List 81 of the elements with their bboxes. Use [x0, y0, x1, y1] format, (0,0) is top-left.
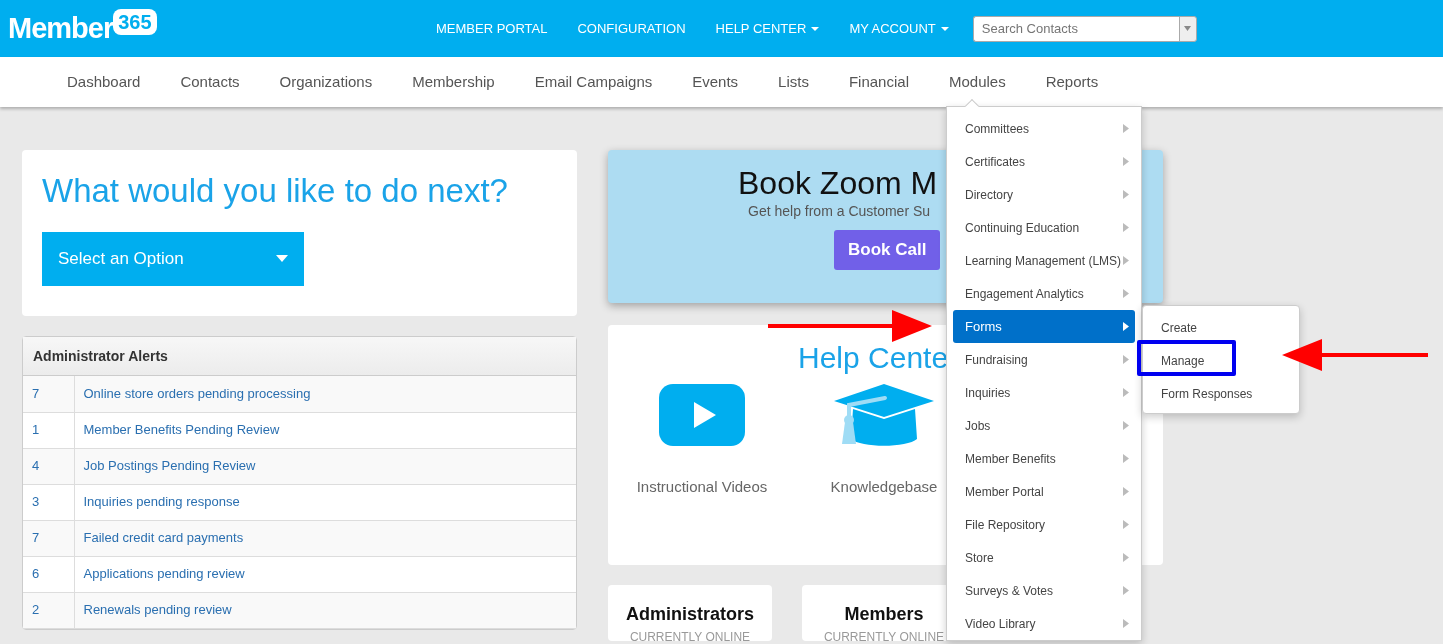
nav-tab[interactable]: Lists: [778, 70, 809, 94]
alert-link[interactable]: Applications pending review: [74, 556, 576, 592]
search-field[interactable]: Search Contacts: [972, 15, 1179, 42]
nav-tab[interactable]: Membership: [412, 70, 495, 94]
alert-link[interactable]: Renewals pending review: [74, 592, 576, 628]
submenu-arrow-icon: [1123, 520, 1129, 529]
alert-link[interactable]: Job Postings Pending Review: [74, 448, 576, 484]
help-link[interactable]: Knowledgebase: [830, 476, 938, 499]
submenu-arrow-icon: [1123, 124, 1129, 133]
menu-item[interactable]: Directory: [953, 178, 1135, 211]
graduation-cap-icon[interactable]: [833, 384, 935, 446]
menu-item[interactable]: Member Portal: [953, 475, 1135, 508]
alert-count[interactable]: 3: [23, 484, 74, 520]
alert-count[interactable]: 4: [23, 448, 74, 484]
caret-icon: [940, 27, 949, 32]
nav-tab[interactable]: Contacts: [180, 70, 240, 94]
submenu-arrow-icon: [1123, 256, 1129, 265]
submenu-arrow-icon: [1123, 586, 1129, 595]
menu-item[interactable]: Fundraising: [953, 343, 1135, 376]
menu-item[interactable]: Engagement Analytics: [953, 277, 1135, 310]
banner-title: Book Zoom M: [737, 166, 938, 202]
menu-item[interactable]: Certificates: [953, 145, 1135, 178]
menu-item[interactable]: Form Responses: [1161, 384, 1253, 403]
banner-subtitle: Get help from a Customer Su: [747, 202, 931, 222]
submenu-arrow-icon: [1123, 355, 1129, 364]
stat-title: Members: [844, 603, 924, 626]
menu-item[interactable]: Forms: [953, 310, 1135, 343]
nav-tab[interactable]: Organizations: [279, 70, 373, 94]
menu-item[interactable]: Manage: [1161, 351, 1205, 370]
alert-count[interactable]: 6: [23, 556, 74, 592]
submenu-arrow-icon: [1123, 190, 1129, 199]
nav-tab[interactable]: Email Campaigns: [534, 70, 653, 94]
alert-count[interactable]: 7: [23, 520, 74, 556]
submenu-arrow-icon: [1123, 619, 1129, 628]
menu-item[interactable]: Store: [953, 541, 1135, 574]
submenu-arrow-icon: [1123, 289, 1129, 298]
submenu-arrow-icon: [1123, 553, 1129, 562]
submenu-arrow-icon: [1123, 157, 1129, 166]
alert-count[interactable]: 7: [23, 376, 74, 412]
alert-count[interactable]: 1: [23, 412, 74, 448]
alert-count[interactable]: 2: [23, 592, 74, 628]
submenu-arrow-icon: [1123, 388, 1129, 397]
menu-item[interactable]: File Repository: [953, 508, 1135, 541]
card-title: What would you like to do next?: [42, 171, 509, 211]
menu-item[interactable]: Create: [1161, 318, 1198, 337]
nav-tab[interactable]: Events: [692, 70, 739, 94]
card-title: Help Cente: [797, 340, 949, 376]
menu-item[interactable]: Committees: [953, 112, 1135, 145]
submenu-arrow-icon: [1123, 421, 1129, 430]
caret-icon: [276, 255, 288, 262]
stat-subtitle: CURRENTLY ONLINE: [823, 629, 945, 644]
stat-title: Administrators: [626, 603, 754, 626]
menu-item[interactable]: Learning Management (LMS): [953, 244, 1135, 277]
nav-tab[interactable]: Modules: [948, 70, 1006, 94]
submenu-arrow-icon: [1123, 454, 1129, 463]
alert-link[interactable]: Online store orders pending processing: [74, 376, 576, 412]
help-link[interactable]: Instructional Videos: [636, 476, 768, 499]
menu-item[interactable]: Surveys & Votes: [953, 574, 1135, 607]
caret-icon: [1184, 26, 1192, 31]
book-call-button[interactable]: Book Call: [834, 230, 941, 270]
play-icon[interactable]: [659, 384, 745, 446]
stat-subtitle: CURRENTLY ONLINE: [629, 629, 751, 644]
caret-icon: [811, 27, 820, 32]
menu-item[interactable]: Continuing Education: [953, 211, 1135, 244]
menu-item[interactable]: Member Benefits: [953, 442, 1135, 475]
nav-tab[interactable]: Financial: [848, 70, 909, 94]
nav-tab[interactable]: Reports: [1045, 70, 1099, 94]
alert-link[interactable]: Inquiries pending response: [74, 484, 576, 520]
menu-item[interactable]: Inquiries: [953, 376, 1135, 409]
dropdown-toggle[interactable]: [1178, 15, 1197, 42]
menu-item[interactable]: Video Library: [953, 607, 1135, 640]
alert-link[interactable]: Member Benefits Pending Review: [74, 412, 576, 448]
menu-item[interactable]: Jobs: [953, 409, 1135, 442]
alert-link[interactable]: Failed credit card payments: [74, 520, 576, 556]
logo-badge: 365: [113, 8, 157, 35]
submenu-arrow-icon: [1123, 322, 1129, 331]
submenu-arrow-icon: [1123, 487, 1129, 496]
panel-title: Administrator Alerts: [33, 346, 168, 366]
nav-tab[interactable]: Dashboard: [67, 70, 141, 94]
logo-wordmark: Member: [8, 10, 114, 46]
submenu-arrow-icon: [1123, 223, 1129, 232]
